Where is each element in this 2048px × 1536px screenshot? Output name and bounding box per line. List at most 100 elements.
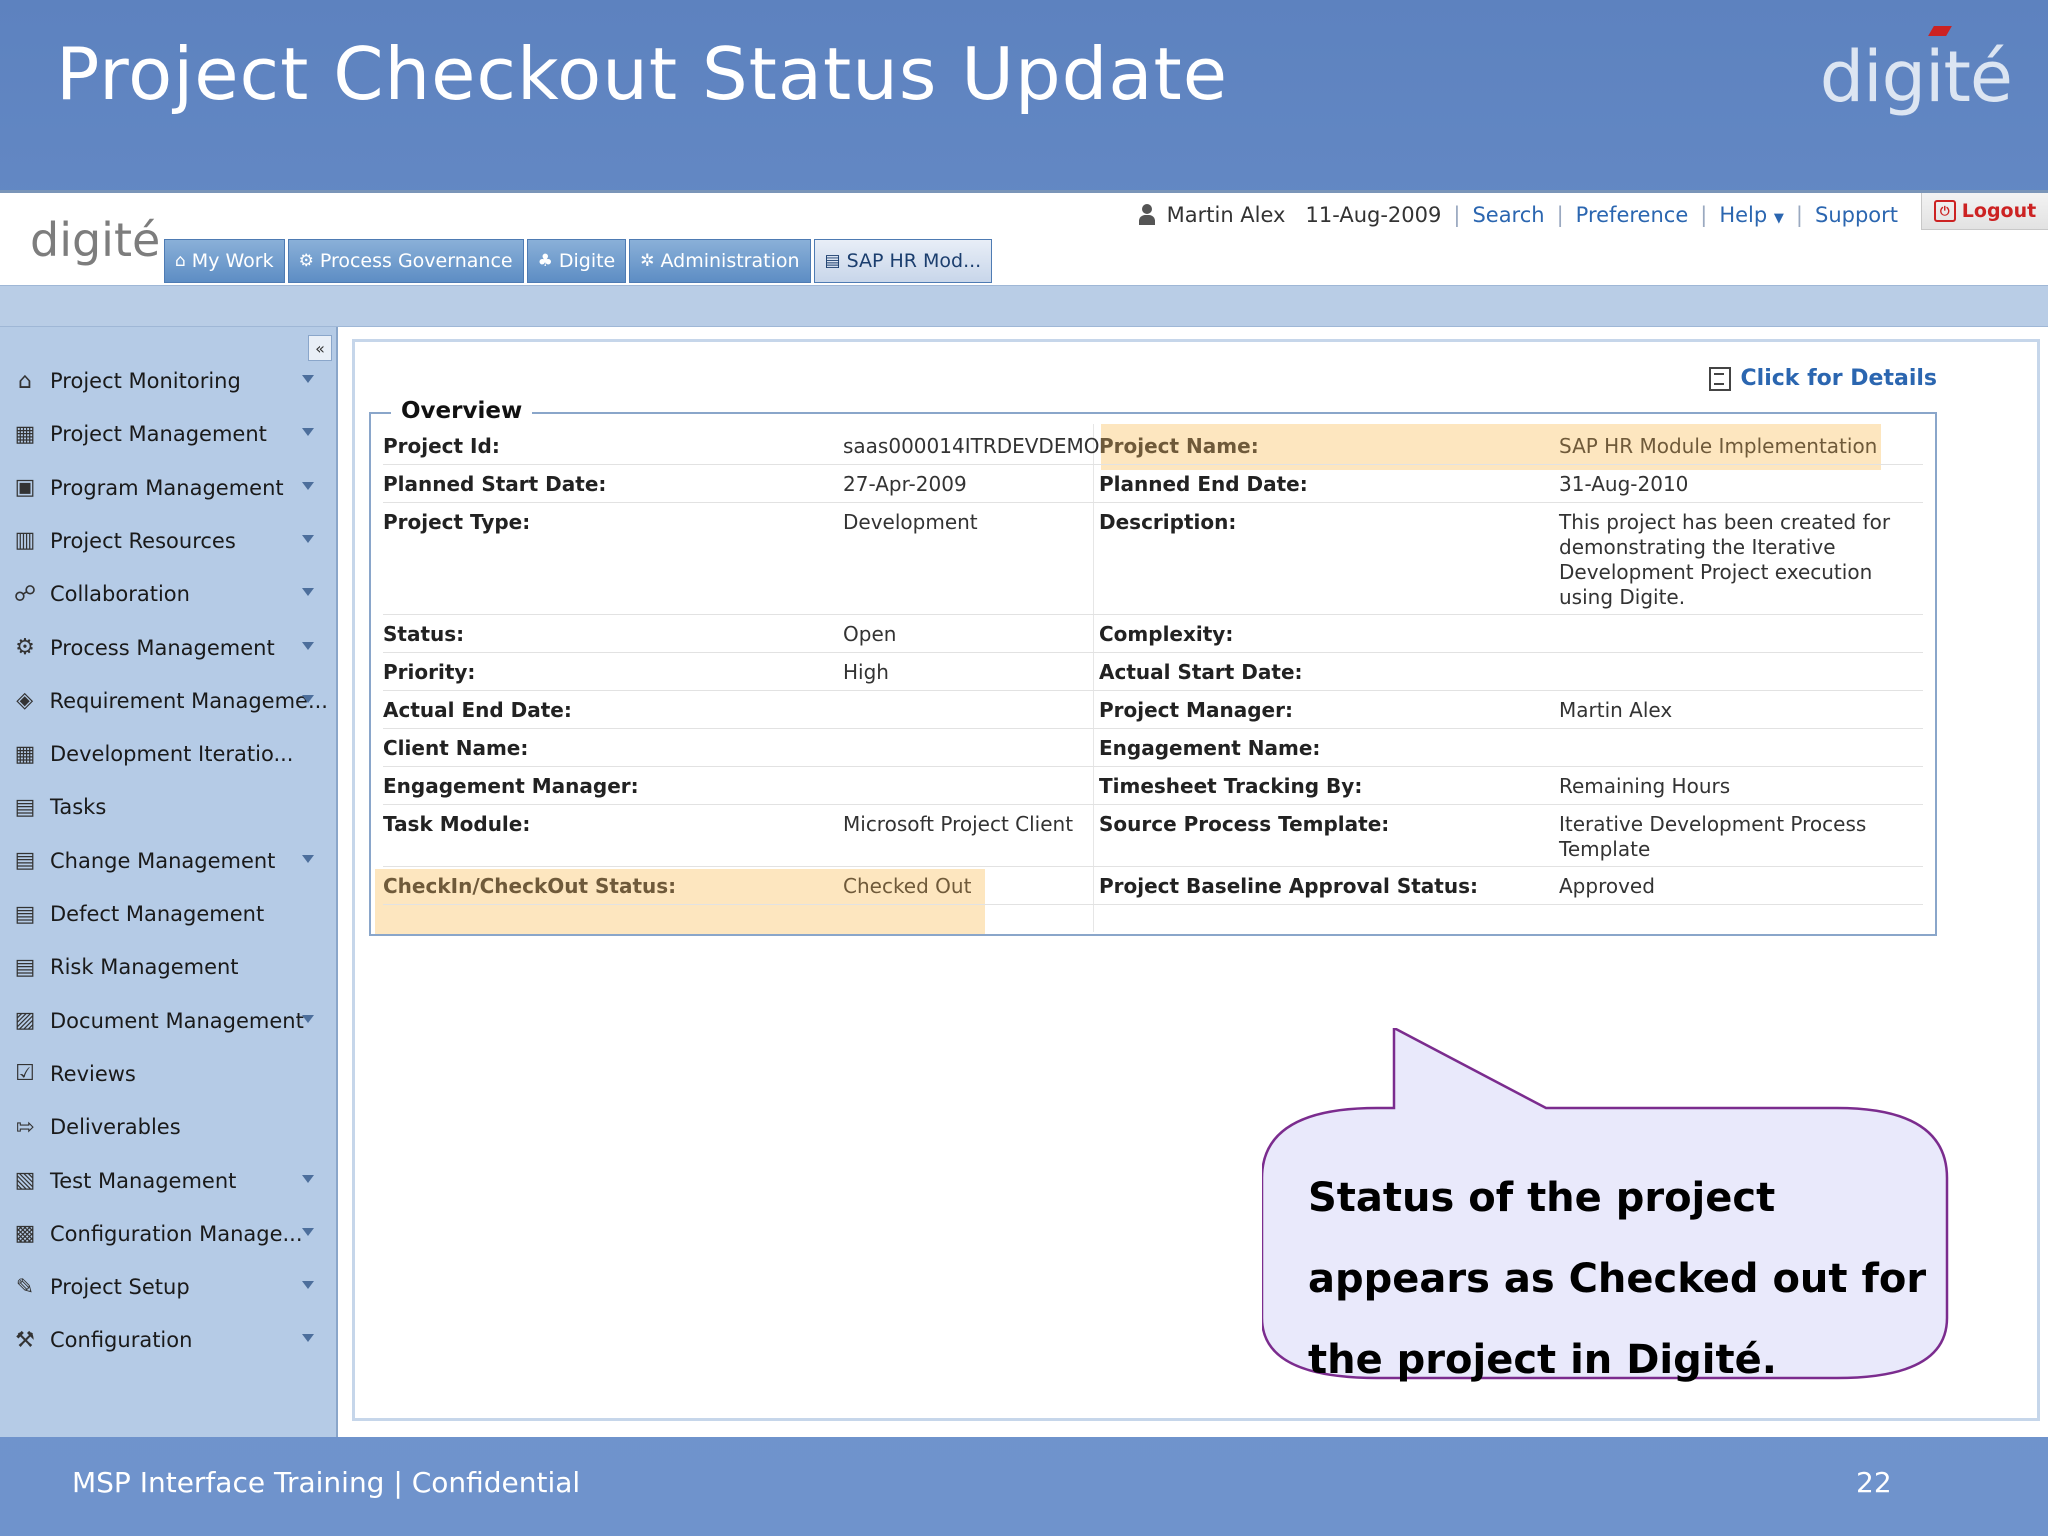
expand-arrow-icon[interactable] bbox=[302, 481, 314, 490]
user-bar: Martin Alex 11-Aug-2009 | Search | Prefe… bbox=[1138, 203, 1898, 227]
field-label: Project Type: bbox=[383, 510, 531, 534]
field-label: Source Process Template: bbox=[1099, 812, 1390, 836]
field-label: Actual Start Date: bbox=[1099, 660, 1303, 684]
user-icon bbox=[1138, 204, 1155, 226]
toolbar-strip bbox=[0, 285, 2048, 327]
sidebar-item-program-management[interactable]: ▣ Program Management bbox=[12, 468, 328, 508]
field-label: Timesheet Tracking By: bbox=[1099, 774, 1363, 798]
field-value: This project has been created for demons… bbox=[1559, 510, 1891, 609]
sidebar-item-project-monitoring[interactable]: ⌂ Project Monitoring bbox=[12, 361, 328, 401]
overview-row: CheckIn/CheckOut Status: Checked Out Proje… bbox=[383, 866, 1923, 905]
preference-link[interactable]: Preference bbox=[1576, 203, 1689, 227]
overview-row: Planned Start Date: 27-Apr-2009 Planned En… bbox=[383, 464, 1923, 503]
footer-text: MSP Interface Training | Confidential bbox=[72, 1466, 581, 1499]
sidebar-item-deliverables[interactable]: ⇰ Deliverables bbox=[12, 1107, 328, 1147]
field-label: CheckIn/CheckOut Status: bbox=[383, 874, 677, 898]
sidebar-item-test-management[interactable]: ▧ Test Management bbox=[12, 1161, 328, 1201]
field-value: Martin Alex bbox=[1559, 698, 1673, 722]
expand-arrow-icon[interactable] bbox=[302, 375, 314, 383]
requirement-icon: ◈ bbox=[16, 688, 34, 714]
admin-icon: ✲ bbox=[640, 251, 655, 271]
sidebar-item-risk-management[interactable]: ▤ Risk Management bbox=[12, 947, 328, 987]
search-link[interactable]: Search bbox=[1472, 203, 1544, 227]
sidebar-item-reviews[interactable]: ☑ Reviews bbox=[12, 1054, 328, 1094]
logout-button[interactable]: ⏻ Logout bbox=[1921, 193, 2048, 230]
field-label: Actual End Date: bbox=[383, 698, 572, 722]
config-management-icon: ▩ bbox=[14, 1221, 36, 1247]
chevron-down-icon: ▼ bbox=[1773, 211, 1784, 226]
sidebar-item-requirement-manageme[interactable]: ◈ Requirement Manageme... bbox=[12, 681, 328, 721]
sidebar-item-development-iteratio[interactable]: ▦ Development Iteratio... bbox=[12, 734, 328, 774]
field-label: Planned Start Date: bbox=[383, 472, 607, 496]
overview-legend: Overview bbox=[391, 398, 533, 424]
expand-arrow-icon[interactable] bbox=[302, 428, 314, 437]
power-icon: ⏻ bbox=[1933, 200, 1956, 222]
sidebar-item-process-management[interactable]: ⚙ Process Management bbox=[12, 628, 328, 668]
tab-process-governance[interactable]: ⚙ Process Governance bbox=[287, 239, 524, 283]
overview-row: Task Module: Microsoft Project Client Sour… bbox=[383, 804, 1923, 867]
expand-arrow-icon[interactable] bbox=[302, 854, 314, 863]
tab-administration[interactable]: ✲ Administration bbox=[629, 239, 811, 283]
field-value: 31-Aug-2010 bbox=[1559, 472, 1689, 496]
help-link[interactable]: Help ▼ bbox=[1719, 203, 1784, 227]
deliverables-icon: ⇰ bbox=[15, 1114, 35, 1140]
defect-icon: ▤ bbox=[14, 901, 36, 927]
expand-arrow-icon[interactable] bbox=[302, 694, 314, 703]
expand-arrow-icon[interactable] bbox=[302, 1174, 314, 1183]
field-value: Microsoft Project Client bbox=[843, 812, 1074, 836]
home-icon: ⌂ bbox=[175, 251, 186, 271]
calendar-icon: ▦ bbox=[14, 741, 36, 767]
sidebar-item-collaboration[interactable]: ☍ Collaboration bbox=[12, 574, 328, 614]
field-value: Approved bbox=[1559, 874, 1655, 898]
user-name: Martin Alex bbox=[1166, 203, 1286, 227]
expand-arrow-icon[interactable] bbox=[302, 1227, 314, 1236]
home-icon: ⌂ bbox=[18, 368, 32, 394]
sidebar-item-defect-management[interactable]: ▤ Defect Management bbox=[12, 894, 328, 934]
callout: Status of the project appears as Checked… bbox=[1262, 1028, 1952, 1384]
field-label: Project Name: bbox=[1099, 434, 1259, 458]
field-label: Description: bbox=[1099, 510, 1237, 534]
sidebar-item-document-management[interactable]: ▨ Document Management bbox=[12, 1001, 328, 1041]
app-header: digité Martin Alex 11-Aug-2009 | Search … bbox=[0, 193, 2048, 285]
field-value: saas000014ITRDEVDEMO bbox=[843, 434, 1100, 458]
project-management-icon: ▦ bbox=[14, 421, 36, 447]
sidebar: « ⌂ Project Monitoring ▦ Project Management… bbox=[0, 327, 338, 1437]
collapse-sidebar-button[interactable]: « bbox=[308, 335, 332, 361]
expand-arrow-icon[interactable] bbox=[302, 1281, 314, 1290]
field-label: Engagement Manager: bbox=[383, 774, 639, 798]
sidebar-item-project-management[interactable]: ▦ Project Management bbox=[12, 414, 328, 454]
field-value: Iterative Development Process Template bbox=[1559, 812, 1867, 861]
overview-row: Project Type: Development Description: This… bbox=[383, 502, 1923, 615]
overview-row: Status: Open Complexity: bbox=[383, 614, 1923, 653]
tab-sap-hr-mod[interactable]: ▤ SAP HR Mod... bbox=[813, 239, 993, 283]
process-icon: ⚙ bbox=[15, 635, 35, 660]
configuration-icon: ⚒ bbox=[15, 1327, 35, 1353]
reviews-icon: ☑ bbox=[15, 1061, 35, 1087]
expand-arrow-icon[interactable] bbox=[302, 588, 314, 597]
page-number: 22 bbox=[1856, 1466, 1892, 1499]
expand-arrow-icon[interactable] bbox=[302, 1334, 314, 1343]
field-value: High bbox=[843, 660, 889, 684]
app-logo: digité bbox=[30, 213, 161, 267]
overview-row: Engagement Manager: Timesheet Tracking By… bbox=[383, 766, 1923, 805]
field-label: Project Baseline Approval Status: bbox=[1099, 874, 1478, 898]
tab-digite[interactable]: ♣ Digite bbox=[526, 239, 627, 283]
click-for-details-link[interactable]: Click for Details bbox=[1708, 366, 1937, 391]
expand-arrow-icon[interactable] bbox=[302, 641, 314, 650]
test-icon: ▧ bbox=[14, 1168, 36, 1193]
slide-title: Project Checkout Status Update bbox=[56, 32, 1229, 116]
sidebar-item-project-setup[interactable]: ✎ Project Setup bbox=[12, 1267, 328, 1307]
slide-logo: digi té bbox=[1820, 26, 2013, 118]
field-label: Complexity: bbox=[1099, 622, 1234, 646]
sidebar-item-change-management[interactable]: ▤ Change Management bbox=[12, 841, 328, 881]
expand-arrow-icon[interactable] bbox=[302, 534, 314, 543]
tab-my-work[interactable]: ⌂ My Work bbox=[164, 239, 285, 283]
sidebar-item-configuration-manage[interactable]: ▩ Configuration Manage... bbox=[12, 1214, 328, 1254]
sidebar-item-configuration[interactable]: ⚒ Configuration bbox=[12, 1320, 328, 1360]
overview-row: Priority: High Actual Start Date: bbox=[383, 652, 1923, 691]
support-link[interactable]: Support bbox=[1815, 203, 1898, 227]
sidebar-item-tasks[interactable]: ▤ Tasks bbox=[12, 787, 328, 827]
expand-arrow-icon[interactable] bbox=[302, 1014, 314, 1023]
main-tabs: ⌂ My Work ⚙ Process Governance ♣ Digite ✲ Admin… bbox=[164, 239, 993, 283]
sidebar-item-project-resources[interactable]: ▥ Project Resources bbox=[12, 521, 328, 561]
